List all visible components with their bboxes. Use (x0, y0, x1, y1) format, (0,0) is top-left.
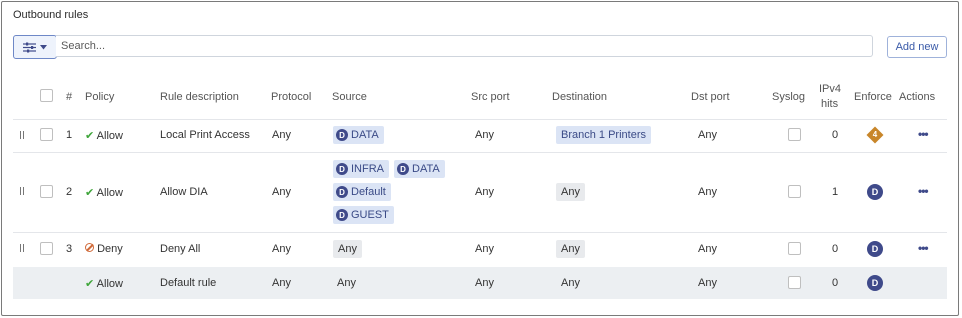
syslog-checkbox[interactable] (788, 128, 801, 141)
add-new-button[interactable]: Add new (887, 36, 947, 58)
vlan-badge: D (336, 129, 348, 141)
dst-port: Any (698, 186, 717, 198)
ipv4-hits: 0 (832, 243, 839, 255)
protocol: Any (272, 243, 291, 255)
destination-tag: Any (556, 183, 585, 201)
filter-button[interactable] (13, 35, 57, 59)
rule-description: Allow DIA (160, 186, 208, 198)
row-checkbox[interactable] (40, 128, 53, 141)
source-tag: D DATA (333, 126, 384, 144)
policy-label: Deny (97, 243, 123, 255)
header-protocol: Protocol (271, 91, 312, 103)
row-divider (13, 232, 947, 233)
destination-text: Any (561, 277, 580, 289)
enforce-warning-icon[interactable]: 4 (866, 126, 884, 144)
src-port: Any (475, 277, 494, 289)
syslog-checkbox[interactable] (788, 242, 801, 255)
protocol: Any (272, 129, 291, 141)
header-description: Rule description (160, 91, 239, 103)
enforce-device-icon[interactable]: D (867, 184, 883, 200)
header-dst-port: Dst port (691, 91, 730, 103)
no-entry-icon (85, 243, 94, 252)
rule-number: 3 (66, 243, 73, 255)
row-actions-menu[interactable]: ••• (918, 241, 929, 255)
syslog-checkbox[interactable] (788, 185, 801, 198)
header-enforce: Enforce (854, 91, 892, 103)
source-tag-label: INFRA (351, 163, 384, 175)
source-tag-label: GUEST (351, 209, 389, 221)
rule-description: Default rule (160, 277, 217, 289)
source-tag: Any (333, 240, 362, 258)
row-actions-menu[interactable]: ••• (918, 127, 929, 141)
check-icon: ✔ (85, 278, 95, 290)
destination-tag: Branch 1 Printers (556, 126, 651, 144)
check-icon: ✔ (85, 130, 95, 142)
dst-port: Any (698, 129, 717, 141)
policy-cell: Deny (85, 243, 123, 255)
source-tag: D GUEST (333, 206, 394, 224)
source-text: Any (337, 277, 356, 289)
header-syslog: Syslog (772, 91, 806, 103)
rule-description: Deny All (160, 243, 201, 255)
drag-handle-icon[interactable] (20, 244, 24, 252)
header-hits: hits (821, 98, 839, 110)
src-port: Any (475, 129, 494, 141)
rule-description: Local Print Access (160, 129, 250, 141)
enforce-count: 4 (872, 130, 878, 139)
policy-cell: ✔ Allow (85, 186, 123, 199)
header-actions: Actions (899, 91, 936, 103)
header-source: Source (332, 91, 367, 103)
header-ipv4: IPv4 (819, 83, 842, 95)
source-tag: D INFRA (333, 160, 389, 178)
drag-handle-icon[interactable] (20, 131, 24, 139)
ipv4-hits: 1 (832, 186, 839, 198)
vlan-badge: D (397, 163, 409, 175)
enforce-device-icon[interactable]: D (867, 275, 883, 291)
syslog-checkbox[interactable] (788, 276, 801, 289)
panel-title: Outbound rules (13, 9, 89, 21)
row-divider (13, 152, 947, 153)
drag-handle-icon[interactable] (20, 187, 24, 195)
vlan-badge: D (336, 163, 348, 175)
src-port: Any (475, 243, 494, 255)
source-tag-label: Default (351, 186, 386, 198)
ipv4-hits: 0 (832, 129, 839, 141)
protocol: Any (272, 186, 291, 198)
destination-tag: Any (556, 240, 585, 258)
dst-port: Any (698, 277, 717, 289)
source-tag-label: DATA (351, 129, 379, 141)
policy-cell: ✔ Allow (85, 277, 123, 290)
check-icon: ✔ (85, 187, 95, 199)
protocol: Any (272, 277, 291, 289)
rule-number: 2 (66, 186, 73, 198)
row-checkbox[interactable] (40, 242, 53, 255)
header-src-port: Src port (471, 91, 510, 103)
vlan-badge: D (336, 209, 348, 221)
search-input[interactable] (56, 35, 873, 57)
header-destination: Destination (552, 91, 608, 103)
policy-label: Allow (96, 130, 123, 142)
header-policy: Policy (85, 91, 115, 103)
sliders-icon (23, 42, 36, 52)
policy-label: Allow (96, 278, 123, 290)
row-divider (13, 119, 947, 120)
source-tag: D DATA (394, 160, 445, 178)
dst-port: Any (698, 243, 717, 255)
policy-label: Allow (96, 187, 123, 199)
source-tag-label: DATA (412, 163, 440, 175)
caret-down-icon (40, 44, 47, 49)
enforce-device-icon[interactable]: D (867, 241, 883, 257)
vlan-badge: D (336, 186, 348, 198)
row-actions-menu[interactable]: ••• (918, 184, 929, 198)
ipv4-hits: 0 (832, 277, 839, 289)
rule-number: 1 (66, 129, 73, 141)
source-tag: D Default (333, 183, 391, 201)
row-checkbox[interactable] (40, 185, 53, 198)
policy-cell: ✔ Allow (85, 129, 123, 142)
select-all-checkbox[interactable] (40, 89, 53, 102)
src-port: Any (475, 186, 494, 198)
header-number: # (66, 91, 73, 103)
